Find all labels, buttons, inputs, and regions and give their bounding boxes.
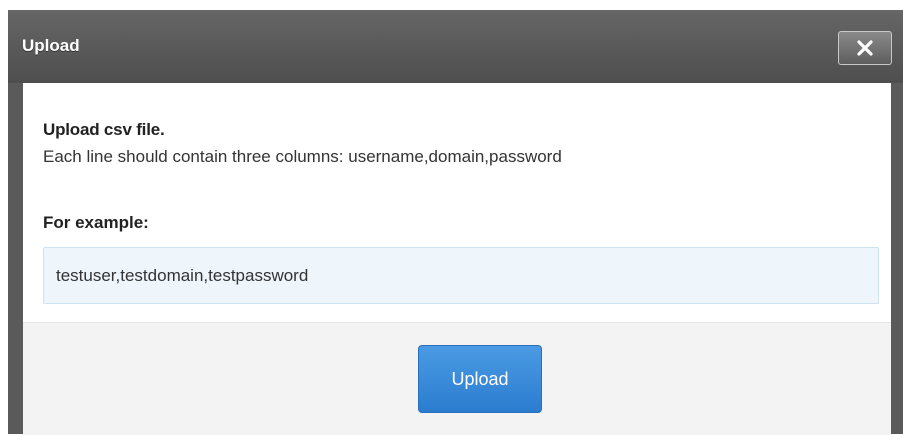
close-icon bbox=[857, 40, 873, 56]
dialog-body: Upload csv file. Each line should contai… bbox=[23, 83, 891, 322]
example-box: testuser,testdomain,testpassword bbox=[43, 247, 879, 304]
upload-dialog: Upload Upload csv file. Each line should… bbox=[8, 10, 903, 435]
upload-heading: Upload csv file. bbox=[43, 120, 165, 139]
dialog-titlebar: Upload bbox=[8, 10, 903, 83]
upload-description: Each line should contain three columns: … bbox=[43, 147, 562, 166]
dialog-footer: Upload bbox=[23, 322, 891, 435]
example-label: For example: bbox=[43, 213, 149, 232]
example-value: testuser,testdomain,testpassword bbox=[56, 266, 309, 285]
dialog-title: Upload bbox=[22, 36, 80, 55]
close-button[interactable] bbox=[838, 31, 892, 65]
upload-button[interactable]: Upload bbox=[418, 345, 542, 413]
